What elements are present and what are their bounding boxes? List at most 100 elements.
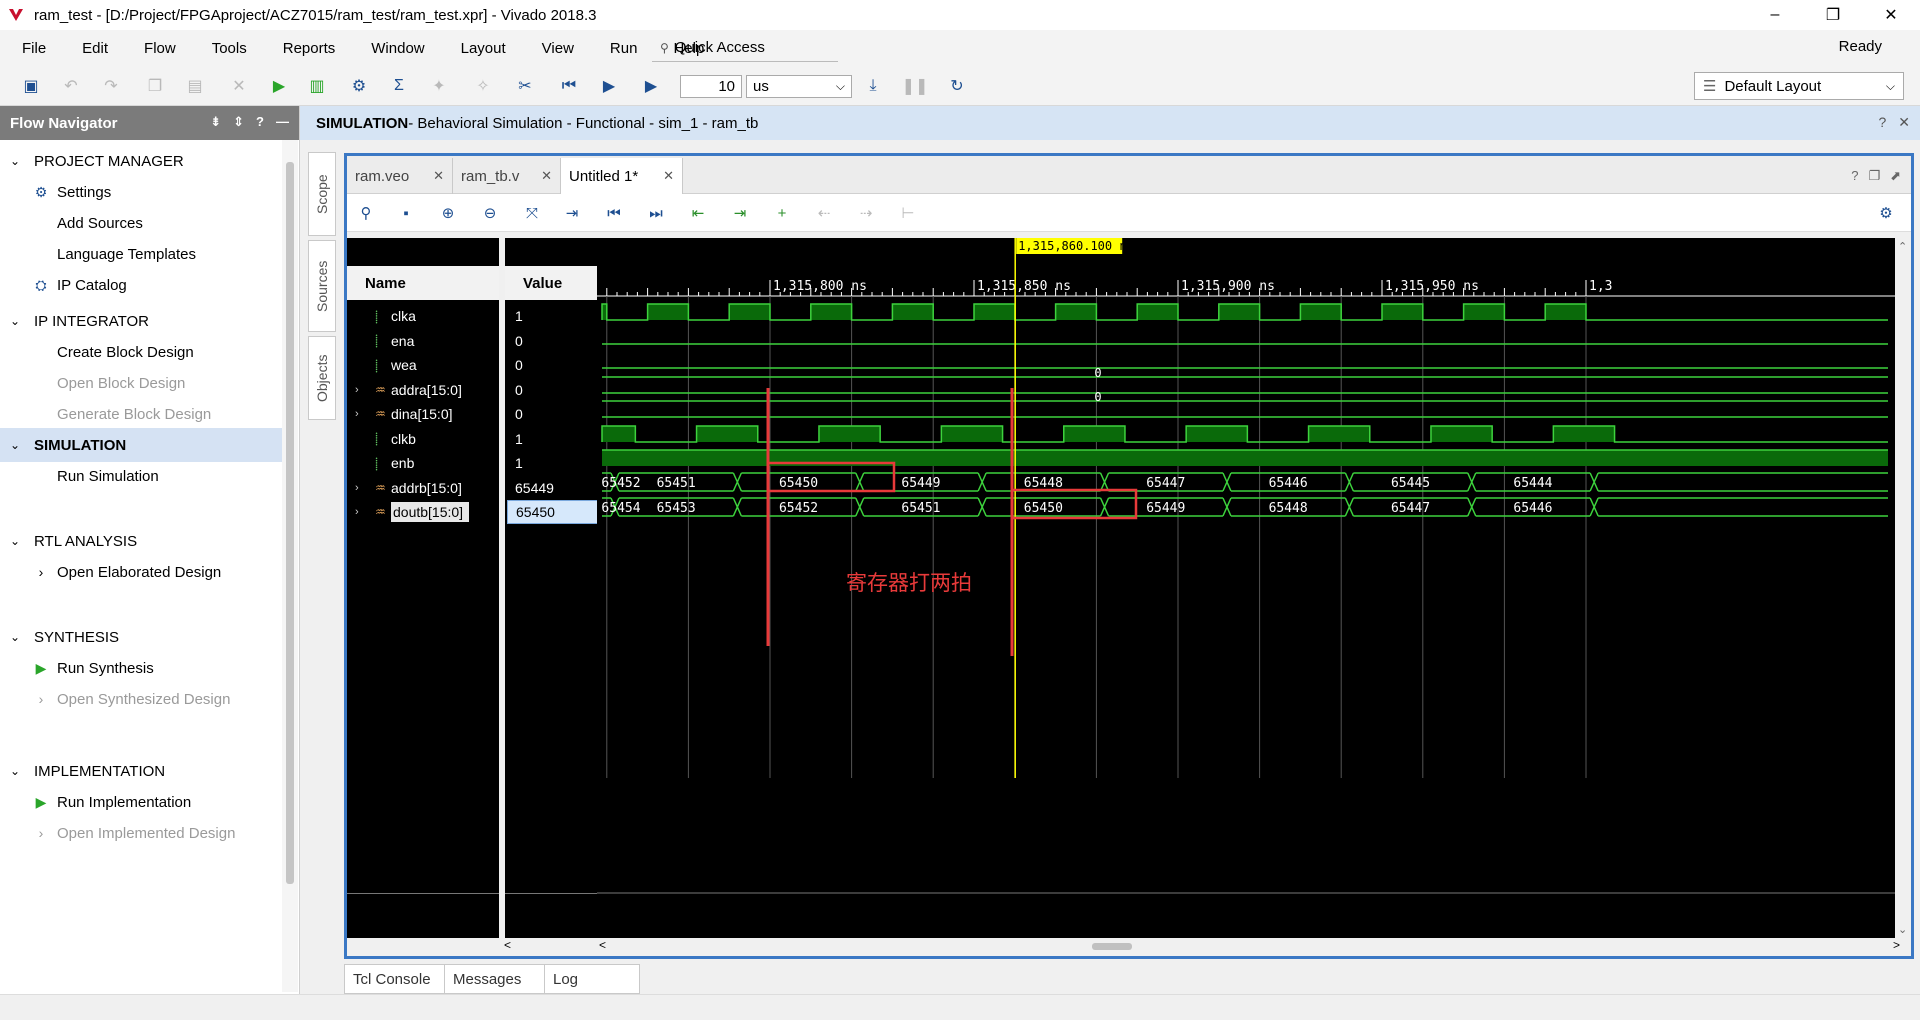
nav-item[interactable]: Open Block Design: [0, 368, 282, 398]
chevron-down-icon[interactable]: ⌄: [10, 438, 28, 452]
copy-icon[interactable]: ❐: [144, 75, 166, 97]
maximize-icon[interactable]: ⬈: [1890, 168, 1901, 184]
scroll-thumb[interactable]: [286, 162, 294, 884]
tab-sources[interactable]: Sources: [308, 240, 336, 332]
close-icon[interactable]: ✕: [1898, 114, 1910, 131]
save-icon[interactable]: ▪: [395, 202, 417, 224]
run-time-input[interactable]: 10: [680, 75, 742, 98]
close-tab-icon[interactable]: ✕: [541, 168, 552, 184]
chevron-down-icon[interactable]: ⌄: [10, 534, 28, 548]
step-icon[interactable]: ⤓: [862, 75, 884, 97]
pause-icon[interactable]: ❚❚: [902, 75, 929, 97]
scroll-left-icon[interactable]: <: [504, 938, 511, 952]
tab-ram-veo[interactable]: ram.veo ✕: [347, 158, 453, 194]
help-icon[interactable]: ?: [1878, 114, 1886, 131]
paste-icon[interactable]: ▤: [184, 75, 206, 97]
tool-b-icon[interactable]: ✧: [472, 75, 494, 97]
nav-section[interactable]: ⌄ PROJECT MANAGER: [0, 144, 282, 178]
signal-row[interactable]: › ♒ addra[15:0]: [347, 378, 499, 402]
value-column-header[interactable]: Value: [505, 266, 597, 300]
chevron-down-icon[interactable]: ⌄: [10, 630, 28, 644]
nav-item[interactable]: Language Templates: [0, 239, 282, 269]
close-tab-icon[interactable]: ✕: [663, 168, 674, 184]
relaunch-icon[interactable]: ↻: [946, 75, 968, 97]
program-bitstream-icon[interactable]: ▥: [306, 75, 328, 97]
nav-item[interactable]: › Open Elaborated Design: [0, 557, 282, 587]
signal-row[interactable]: ⸽ enb: [347, 451, 499, 475]
chevron-down-icon[interactable]: ⌄: [10, 154, 28, 168]
signal-row[interactable]: › ♒ addrb[15:0]: [347, 476, 499, 500]
nav-item[interactable]: › Open Implemented Design: [0, 818, 282, 848]
tab-tcl-console[interactable]: Tcl Console: [344, 964, 444, 994]
name-column-header[interactable]: Name: [347, 266, 499, 300]
tool-c-icon[interactable]: ✂: [514, 75, 536, 97]
expand-chevron-icon[interactable]: ›: [355, 482, 367, 494]
collapse-all-icon[interactable]: ⇟: [210, 114, 221, 130]
gear-icon[interactable]: ⚙: [1875, 202, 1897, 224]
nav-section[interactable]: ⌄ RTL ANALYSIS: [0, 524, 282, 558]
add-marker-icon[interactable]: +: [771, 202, 793, 224]
scroll-up-icon[interactable]: ⌃: [1898, 240, 1907, 253]
nav-item[interactable]: ⚙ Settings: [0, 177, 282, 207]
run-all-icon[interactable]: ▶: [598, 75, 620, 97]
expand-chevron-icon[interactable]: ›: [355, 408, 367, 420]
search-icon[interactable]: ⚲: [355, 202, 377, 224]
signal-row[interactable]: › ♒ dina[15:0]: [347, 402, 499, 426]
time-unit-select[interactable]: us ⌵: [746, 75, 852, 98]
menu-flow[interactable]: Flow: [122, 40, 190, 57]
zoom-in-icon[interactable]: ⊕: [437, 202, 459, 224]
tab-untitled-1[interactable]: Untitled 1* ✕: [561, 158, 683, 194]
scroll-right-icon[interactable]: >: [1893, 938, 1900, 952]
nav-item[interactable]: Add Sources: [0, 208, 282, 238]
menu-edit[interactable]: Edit: [60, 40, 122, 57]
open-project-icon[interactable]: ▣: [20, 75, 42, 97]
expand-all-icon[interactable]: ⇕: [233, 114, 244, 130]
column-divider[interactable]: [499, 238, 505, 938]
nav-item[interactable]: Generate Block Design: [0, 399, 282, 429]
nav-item[interactable]: › Open Synthesized Design: [0, 684, 282, 714]
go-to-end-icon[interactable]: ⏭: [645, 202, 667, 224]
tool-a-icon[interactable]: ✦: [428, 75, 450, 97]
scroll-thumb[interactable]: [1092, 943, 1132, 950]
zoom-fit-icon[interactable]: ⤧: [521, 202, 543, 224]
minimize-panel-icon[interactable]: —: [276, 114, 289, 130]
undo-icon[interactable]: ↶: [60, 75, 82, 97]
restore-button[interactable]: ❐: [1804, 0, 1862, 30]
tab-messages[interactable]: Messages: [444, 964, 544, 994]
nav-item[interactable]: Create Block Design: [0, 337, 282, 367]
menu-run[interactable]: Run: [588, 40, 652, 57]
menu-reports[interactable]: Reports: [261, 40, 350, 57]
help-icon[interactable]: ?: [1851, 168, 1858, 184]
restore-icon[interactable]: ❐: [1868, 168, 1880, 184]
nav-section[interactable]: ⌄ SIMULATION: [0, 428, 282, 462]
chevron-down-icon[interactable]: ⌄: [10, 314, 28, 328]
prev-transition-icon[interactable]: ⇤: [687, 202, 709, 224]
quick-access-search[interactable]: ⚲ Quick Access: [652, 34, 838, 62]
go-to-cursor-icon[interactable]: ⇥: [561, 202, 583, 224]
expand-chevron-icon[interactable]: ›: [355, 384, 367, 396]
redo-icon[interactable]: ↷: [100, 75, 122, 97]
menu-window[interactable]: Window: [349, 40, 438, 57]
go-to-start-icon[interactable]: ⏮: [603, 202, 625, 224]
settings-icon[interactable]: ⚙: [348, 75, 370, 97]
help-icon[interactable]: ?: [256, 114, 264, 130]
signal-row[interactable]: ⸽ clka: [347, 304, 499, 328]
scroll-down-icon[interactable]: ⌄: [1898, 923, 1907, 936]
layout-select[interactable]: ☰ Default Layout ⌵: [1694, 72, 1904, 100]
scroll-left-icon[interactable]: <: [599, 938, 606, 952]
waveform-vscrollbar[interactable]: ⌃ ⌄: [1895, 238, 1911, 938]
menu-layout[interactable]: Layout: [439, 40, 520, 57]
signal-row[interactable]: ⸽ clkb: [347, 427, 499, 451]
tab-objects[interactable]: Objects: [308, 336, 336, 420]
tab-ram-tb[interactable]: ram_tb.v ✕: [453, 158, 561, 194]
nav-item[interactable]: Run Simulation: [0, 461, 282, 491]
run-icon[interactable]: ▶: [268, 75, 290, 97]
signal-row[interactable]: › ♒ doutb[15:0]: [347, 500, 499, 524]
nav-section[interactable]: ⌄ IMPLEMENTATION: [0, 754, 282, 788]
zoom-out-icon[interactable]: ⊖: [479, 202, 501, 224]
nav-section[interactable]: ⌄ IP INTEGRATOR: [0, 304, 282, 338]
menu-view[interactable]: View: [520, 40, 588, 57]
close-window-button[interactable]: ✕: [1862, 0, 1920, 30]
nav-section[interactable]: ⌄ SYNTHESIS: [0, 620, 282, 654]
tab-scope[interactable]: Scope: [308, 152, 336, 236]
